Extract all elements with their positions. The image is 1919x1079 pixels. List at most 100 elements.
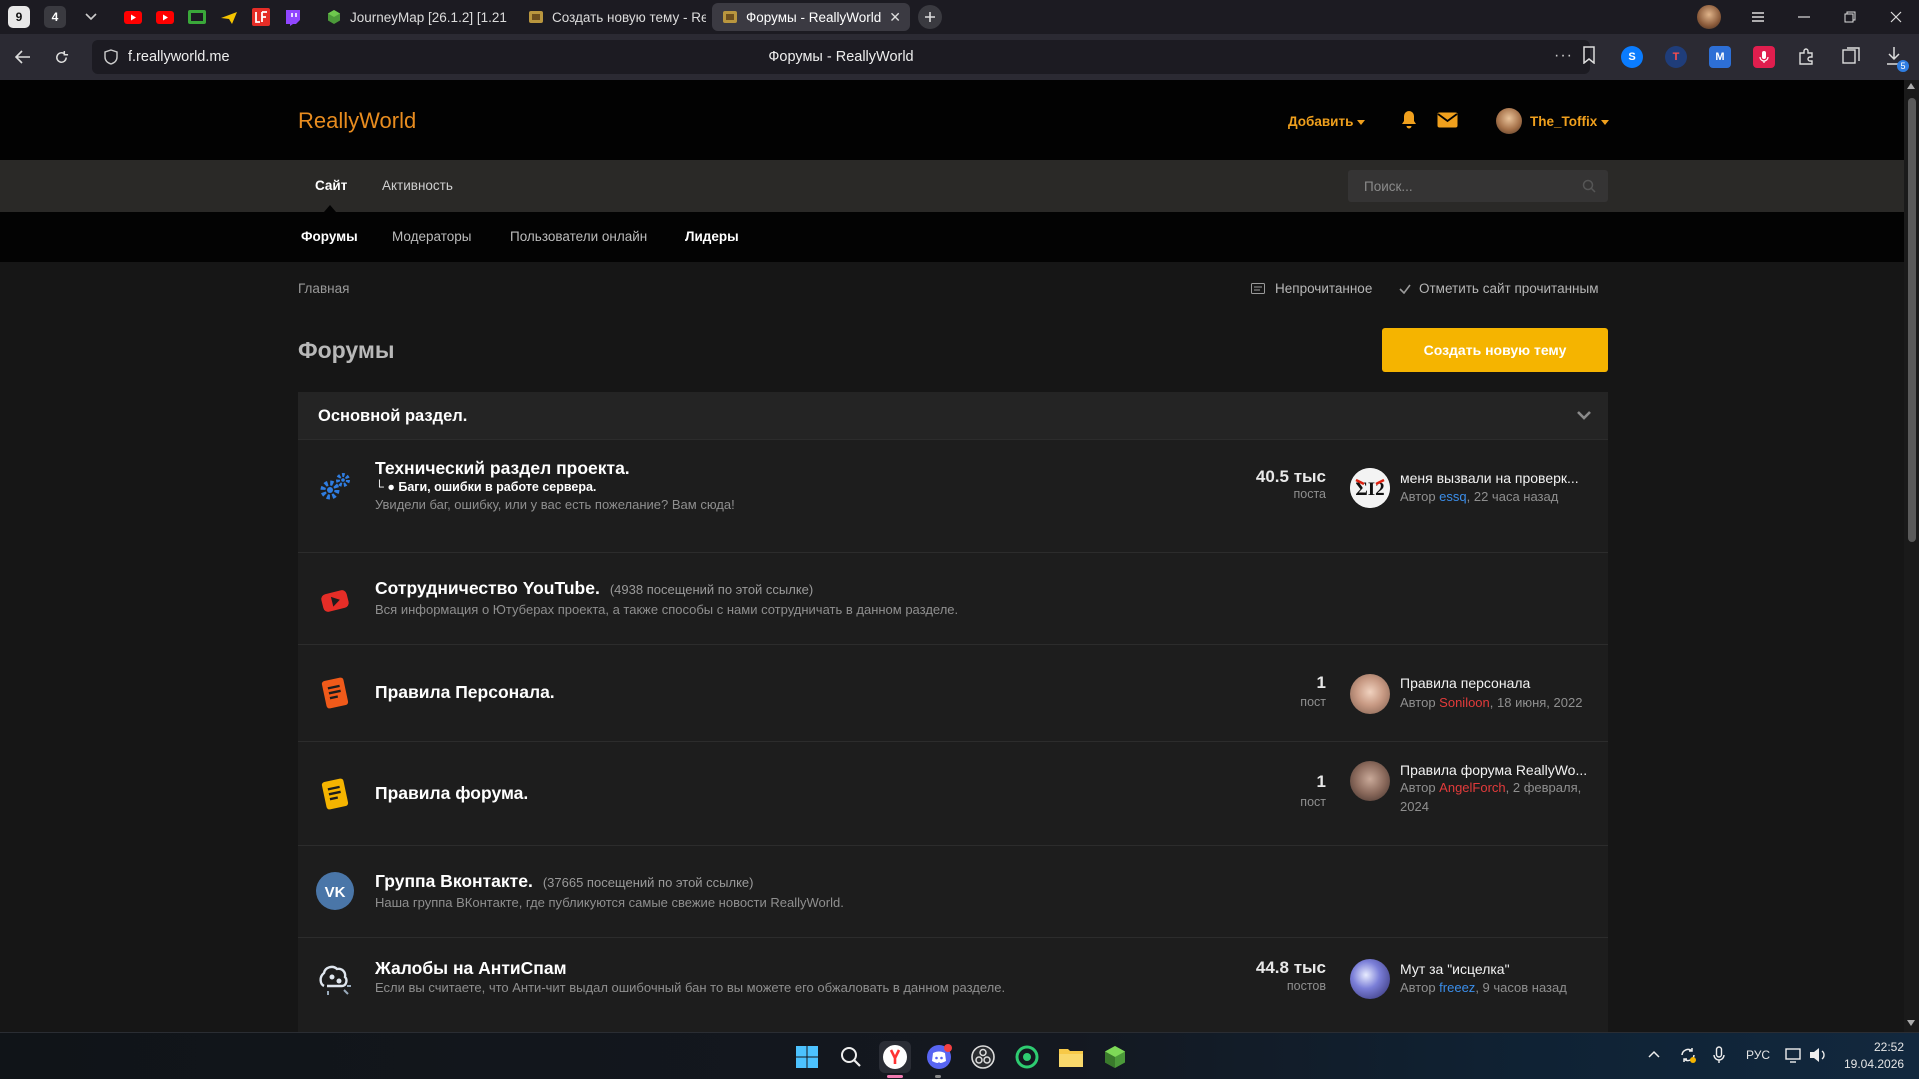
tray-volume-icon[interactable] [1809, 1047, 1827, 1063]
pinned-twitch-icon[interactable] [282, 6, 304, 28]
pinned-plane-icon[interactable] [218, 6, 240, 28]
last-post-avatar[interactable] [1350, 674, 1390, 714]
last-post-title[interactable]: Правила форума ReallyWo... [1400, 762, 1600, 778]
collapse-chevron-icon[interactable] [1576, 410, 1592, 420]
last-post-avatar[interactable] [1350, 761, 1390, 801]
last-post-avatar[interactable] [1350, 959, 1390, 999]
scroll-up-arrow-icon[interactable] [1907, 83, 1915, 89]
obs-icon[interactable] [967, 1041, 999, 1073]
category-header[interactable]: Основной раздел. [298, 392, 1608, 440]
node-title[interactable]: Сотрудничество YouTube. (4938 посещений п… [375, 578, 813, 599]
pinned-hd-icon[interactable] [186, 6, 208, 28]
extensions-puzzle-icon[interactable] [1797, 46, 1817, 66]
minecraft-launcher-icon[interactable] [1099, 1041, 1131, 1073]
tab-forums-active[interactable]: Форумы - ReallyWorld ✕ [712, 3, 910, 31]
forum-node-antispam[interactable]: Жалобы на АнтиСпам Если вы считаете, что… [298, 938, 1608, 1032]
node-title-text[interactable]: Сотрудничество YouTube. [375, 578, 600, 598]
search-icon[interactable] [835, 1041, 867, 1073]
tab-list-chevron-icon[interactable] [80, 6, 102, 28]
tray-clock-time[interactable]: 22:52 [1874, 1040, 1904, 1054]
subnav-forums[interactable]: Форумы [301, 229, 358, 244]
tray-clock-date[interactable]: 19.04.2026 [1844, 1057, 1904, 1071]
last-post-avatar[interactable]: ΣΙ2 [1350, 468, 1390, 508]
scroll-down-arrow-icon[interactable] [1907, 1020, 1915, 1026]
app-green-ring-icon[interactable] [1011, 1041, 1043, 1073]
nav-activity[interactable]: Активность [382, 178, 453, 193]
discord-icon[interactable] [923, 1041, 955, 1073]
scroll-thumb[interactable] [1908, 98, 1916, 542]
subnav-leaders[interactable]: Лидеры [685, 229, 739, 244]
file-explorer-icon[interactable] [1055, 1041, 1087, 1073]
node-title[interactable]: Правила форума. [375, 783, 528, 804]
notifications-bell-icon[interactable] [1400, 110, 1418, 130]
pinned-youtube-icon-2[interactable] [154, 6, 176, 28]
sidebar-collections-icon[interactable] [1841, 46, 1861, 66]
search-icon[interactable] [1582, 179, 1596, 193]
user-avatar[interactable] [1496, 108, 1522, 134]
node-title[interactable]: Правила Персонала. [375, 682, 555, 703]
back-arrow-icon[interactable] [6, 40, 40, 74]
author-link[interactable]: AngelForch [1439, 780, 1505, 795]
node-title-text[interactable]: Группа Вконтакте. [375, 871, 533, 891]
forum-node-vk[interactable]: VK Группа Вконтакте. (37665 посещений по … [298, 846, 1608, 938]
breadcrumb[interactable]: Главная [298, 281, 349, 296]
forum-node-youtube[interactable]: Сотрудничество YouTube. (4938 посещений п… [298, 553, 1608, 645]
node-subforum[interactable]: └ ● Баги, ошибки в работе сервера. [375, 480, 596, 494]
pinned-lf-icon[interactable] [250, 6, 272, 28]
forum-node-forum-rules[interactable]: Правила форума. 1 пост Правила форума Re… [298, 742, 1608, 846]
menu-hamburger-icon[interactable] [1735, 0, 1781, 34]
url-field[interactable]: f.reallyworld.me Форумы - ReallyWorld ··… [92, 40, 1590, 74]
extension-translate-icon[interactable]: T [1665, 46, 1687, 68]
yandex-browser-icon[interactable] [879, 1041, 911, 1073]
node-stat-count: 1 [1316, 673, 1326, 692]
tab-counter-b[interactable]: 4 [44, 6, 66, 28]
restore-icon[interactable] [1827, 0, 1873, 34]
mark-read-link[interactable]: Отметить сайт прочитанным [1399, 281, 1599, 296]
nav-site[interactable]: Сайт [315, 178, 347, 193]
add-menu-button[interactable]: Добавить [1288, 114, 1366, 129]
forum-node-staff-rules[interactable]: Правила Персонала. 1 пост Правила персон… [298, 645, 1608, 742]
tray-chevron-up-icon[interactable] [1648, 1050, 1660, 1058]
tab-close-icon[interactable]: ✕ [889, 9, 901, 26]
last-post-title[interactable]: Мут за "исцелка" [1400, 961, 1600, 977]
reload-icon[interactable] [44, 40, 78, 74]
site-logo[interactable]: ReallyWorld [298, 108, 416, 134]
tray-network-icon[interactable] [1785, 1047, 1803, 1063]
node-title[interactable]: Жалобы на АнтиСпам [375, 958, 567, 979]
node-title[interactable]: Технический раздел проекта. [375, 458, 630, 479]
forum-node-tech[interactable]: Технический раздел проекта. └ ● Баги, ош… [298, 440, 1608, 553]
profile-avatar-icon[interactable] [1697, 5, 1721, 29]
extension-mic-icon[interactable] [1753, 46, 1775, 68]
user-menu-button[interactable]: The_Toffix [1530, 114, 1610, 129]
more-dots-icon[interactable]: ··· [1554, 47, 1573, 65]
bookmark-icon[interactable] [1582, 46, 1596, 64]
author-link[interactable]: essq [1439, 489, 1466, 504]
author-link[interactable]: Soniloon [1439, 695, 1490, 710]
tray-sync-icon[interactable] [1679, 1046, 1697, 1064]
unread-link[interactable]: Непрочитанное [1251, 281, 1372, 296]
tray-language[interactable]: РУС [1746, 1048, 1770, 1062]
page-scrollbar[interactable] [1904, 80, 1919, 1032]
author-link[interactable]: freeez [1439, 980, 1475, 995]
reallyworld-favicon-icon [528, 9, 544, 25]
tray-mic-icon[interactable] [1713, 1046, 1725, 1064]
tab-journeymap[interactable]: JourneyMap [26.1.2] [1.21 [316, 3, 512, 31]
extension-shazam-icon[interactable]: S [1621, 46, 1643, 68]
messages-envelope-icon[interactable] [1437, 112, 1458, 128]
pinned-youtube-icon[interactable] [122, 6, 144, 28]
subnav-online-users[interactable]: Пользователи онлайн [510, 229, 647, 244]
node-description: Наша группа ВКонтакте, где публикуются с… [375, 895, 844, 910]
close-window-icon[interactable] [1873, 0, 1919, 34]
minimize-icon[interactable] [1781, 0, 1827, 34]
start-windows-icon[interactable] [791, 1041, 823, 1073]
search-input[interactable] [1348, 170, 1578, 202]
new-tab-plus-icon[interactable] [918, 5, 942, 29]
node-title[interactable]: Группа Вконтакте. (37665 посещений по это… [375, 871, 754, 892]
create-thread-button[interactable]: Создать новую тему [1382, 328, 1608, 372]
tab-create-thread[interactable]: Создать новую тему - Re [518, 3, 706, 31]
extension-map-icon[interactable]: M [1709, 46, 1731, 68]
last-post-title[interactable]: Правила персонала [1400, 675, 1600, 691]
tab-counter-a[interactable]: 9 [8, 6, 30, 28]
subnav-moderators[interactable]: Модераторы [392, 229, 471, 244]
last-post-title[interactable]: меня вызвали на проверк... [1400, 470, 1600, 486]
